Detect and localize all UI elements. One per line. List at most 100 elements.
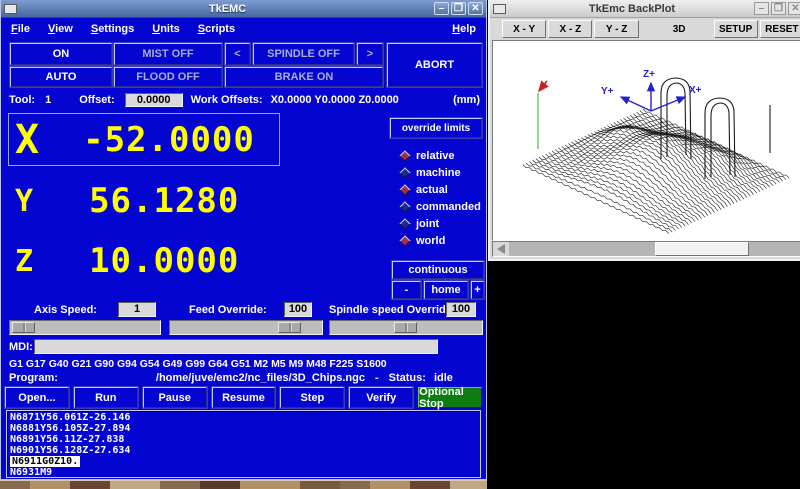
tool-label: Tool: [9,94,35,106]
scrollbar-thumb[interactable] [655,242,749,256]
axis-x-display[interactable]: X -52.0000 [8,113,280,166]
program-row: Program: /home/juve/emc2/nc_files/3D_Chi… [9,372,480,384]
menu-units[interactable]: Units [152,23,180,35]
mdi-label: MDI: [9,341,33,353]
radio-indicator-icon [399,184,410,195]
code-line: N6931M9 [10,467,477,478]
tab-xy[interactable]: X - Y [502,20,546,38]
feed-override-slider[interactable] [169,320,323,335]
axis-speed-slider[interactable] [9,320,161,335]
machine-on-button[interactable]: ON [10,43,112,65]
close-icon[interactable]: ✕ [468,2,483,15]
program-text-area[interactable]: N6871Y56.061Z-26.146 N6881Y56.105Z-27.89… [6,410,481,478]
code-line: N6901Y56.128Z-27.634 [10,445,477,456]
svg-text:X+: X+ [689,85,702,96]
work-offsets-label: Work Offsets: [191,94,263,106]
slider-handle[interactable] [278,322,301,333]
mdi-input[interactable] [34,339,438,354]
menu-file[interactable]: File [11,23,30,35]
minimize-icon[interactable]: – [434,2,449,15]
spindle-plus-button[interactable]: > [357,43,383,65]
maximize-icon[interactable]: ❐ [451,2,466,15]
step-button[interactable]: Step [280,387,344,408]
radio-world[interactable]: world [401,232,481,249]
abort-button[interactable]: ABORT [387,43,482,87]
verify-button[interactable]: Verify [349,387,413,408]
backplot-3d-plot: Z+Y+X+ [493,41,800,240]
reset-button[interactable]: RESET [760,20,800,38]
offset-label: Offset: [79,94,114,106]
slider-handle[interactable] [394,322,417,333]
radio-commanded[interactable]: commanded [401,198,481,215]
tab-xz[interactable]: X - Z [548,20,592,38]
axis-z-display[interactable]: Z 10.0000 [9,240,339,282]
axis-y-display[interactable]: Y 56.1280 [9,180,339,222]
horizontal-scrollbar[interactable] [492,241,800,257]
coord-radio-group: relative machine actual commanded joint … [401,147,481,249]
offset-entry[interactable]: 0.0000 [125,93,183,107]
desktop: TkEMC – ❐ ✕ File View Settings Units Scr… [0,0,800,489]
spindle-button[interactable]: SPINDLE OFF [253,43,354,65]
titlebar[interactable]: TkEMC – ❐ ✕ [1,0,486,18]
backplot-canvas[interactable]: Z+Y+X+ [492,40,800,241]
window-title: TkEMC [21,3,434,15]
menu-view[interactable]: View [48,23,73,35]
radio-label: actual [416,184,448,196]
override-limits-button[interactable]: override limits [390,118,482,138]
code-line: N6881Y56.105Z-27.894 [10,423,477,434]
spindle-override-label: Spindle speed Override: [329,304,456,316]
radio-indicator-icon [399,150,410,161]
radio-relative[interactable]: relative [401,147,481,164]
code-line: N6891Y56.11Z-27.838 [10,434,477,445]
axis-y-letter: Y [15,184,33,219]
optional-stop-button[interactable]: Optional Stop [418,387,482,408]
jog-mode-button[interactable]: continuous [392,261,484,279]
brake-button[interactable]: BRAKE ON [225,67,383,87]
titlebar[interactable]: TkEmc BackPlot – ❐ ✕ [490,0,800,18]
radio-actual[interactable]: actual [401,181,481,198]
active-gcodes: G1 G17 G40 G21 G90 G94 G54 G49 G99 G64 G… [9,358,387,370]
axis-y-value: 56.1280 [89,181,239,221]
resume-button[interactable]: Resume [212,387,276,408]
menu-scripts[interactable]: Scripts [198,23,235,35]
slider-handle[interactable] [12,322,35,333]
menu-help[interactable]: Help [452,23,476,35]
menubar: File View Settings Units Scripts Help [3,19,484,39]
maximize-icon[interactable]: ❐ [771,2,786,15]
run-button[interactable]: Run [74,387,138,408]
backplot-window: TkEmc BackPlot – ❐ ✕ X - Y X - Z Y - Z 3… [488,0,800,261]
axis-speed-value: 1 [118,302,156,317]
setup-button[interactable]: SETUP [714,20,758,38]
axis-z-value: 10.0000 [89,241,239,281]
feed-override-value: 100 [284,302,312,317]
jog-plus-button[interactable]: + [471,281,484,299]
backplot-view-tabs: X - Y X - Z Y - Z 3D SETUP RESET [490,18,800,40]
dash: - [375,372,379,384]
tab-3d[interactable]: 3D [669,20,690,38]
axis-speed-label: Axis Speed: [34,304,97,316]
scroll-left-button[interactable] [493,242,509,256]
spindle-override-slider[interactable] [329,320,483,335]
program-label: Program: [9,372,58,384]
status-label: Status: [389,372,426,384]
radio-machine[interactable]: machine [401,164,481,181]
minimize-icon[interactable]: – [754,2,769,15]
pause-button[interactable]: Pause [143,387,207,408]
program-buttons: Open... Run Pause Resume Step Verify Opt… [5,387,482,408]
radio-indicator-icon [399,167,410,178]
axis-x-value: -52.0000 [83,120,255,160]
close-icon[interactable]: ✕ [788,2,800,15]
open-button[interactable]: Open... [5,387,69,408]
tab-yz[interactable]: Y - Z [594,20,638,38]
jog-minus-button[interactable]: - [392,281,421,299]
radio-joint[interactable]: joint [401,215,481,232]
code-line-active: N6911G0Z10. [10,456,80,467]
home-button[interactable]: home [424,281,468,299]
flood-button[interactable]: FLOOD OFF [114,67,222,87]
radio-label: joint [416,218,439,230]
mist-button[interactable]: MIST OFF [114,43,222,65]
code-line: N6871Y56.061Z-26.146 [10,412,477,423]
menu-settings[interactable]: Settings [91,23,134,35]
mode-auto-button[interactable]: AUTO [10,67,112,87]
spindle-minus-button[interactable]: < [225,43,250,65]
